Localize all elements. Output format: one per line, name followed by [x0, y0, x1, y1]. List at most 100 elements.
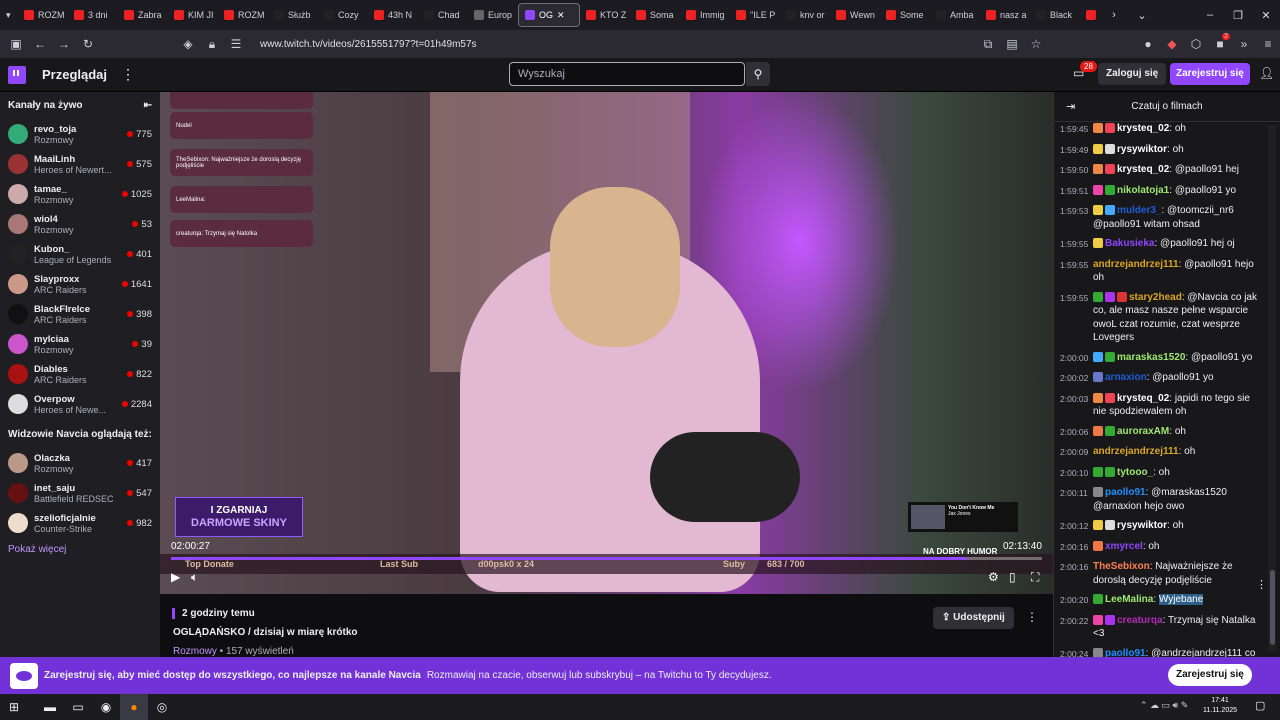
chat-username[interactable]: paollo91 [1105, 648, 1146, 658]
notifications-icon[interactable]: ▢ [1255, 699, 1265, 712]
browser-tab[interactable]: OG ✕ [518, 3, 580, 27]
chat-username[interactable]: andrzejandrzej111 [1093, 259, 1179, 270]
file-explorer-icon[interactable]: ▬ [36, 694, 64, 720]
login-button[interactable]: Zaloguj się [1098, 63, 1167, 85]
back-icon[interactable]: ← [28, 37, 52, 51]
twitch-logo-icon[interactable] [8, 65, 26, 84]
collapse-chat-icon[interactable]: ⇥ [1066, 100, 1075, 113]
volume-icon[interactable]: 🔈︎ [191, 570, 198, 585]
fullscreen-icon[interactable]: ⛶ [1031, 570, 1039, 585]
chat-username[interactable]: rysywiktor [1117, 144, 1167, 155]
extension-badge-icon[interactable]: ■ 2 [1208, 33, 1232, 51]
browser-tab[interactable]: Black [1030, 3, 1080, 27]
chat-username[interactable]: nikolatoja1 [1117, 185, 1169, 196]
signup-button[interactable]: Zarejestruj się [1170, 63, 1250, 85]
chat-username[interactable]: auroraxAM [1117, 426, 1169, 437]
chat-username[interactable]: creaturqa [1117, 615, 1163, 626]
browser-tab[interactable]: knv or [780, 3, 830, 27]
more-options-icon[interactable]: ⋮ [121, 66, 135, 83]
address-bar[interactable]: www.twitch.tv/videos/2615551797?t=01h49m… [260, 39, 976, 50]
sidebar-channel-item[interactable]: BlackFIrelce ARC Raiders 398 [0, 299, 160, 329]
sidebar-channel-item[interactable]: Kubon_ League of Legends 401 [0, 239, 160, 269]
extensions-icon[interactable]: ⬡ [1184, 37, 1208, 51]
chat-username[interactable]: TheSebixon [1093, 561, 1150, 572]
browser-tab[interactable]: "ILE P [730, 3, 780, 27]
play-icon[interactable]: ▶ [171, 570, 180, 584]
browser-tab[interactable]: BOC [1080, 3, 1100, 27]
chat-username[interactable]: krysteq_02 [1117, 123, 1169, 134]
browser-tab[interactable]: Służb [268, 3, 318, 27]
app-icon[interactable]: ◎ [148, 694, 176, 720]
browser-tab[interactable]: KIM JI [168, 3, 218, 27]
computer-icon[interactable]: ▭ [64, 694, 92, 720]
chat-username[interactable]: rysywiktor [1117, 520, 1167, 531]
sidebar-channel-item[interactable]: Diables ARC Raiders 822 [0, 359, 160, 389]
chat-username[interactable]: tytooo_ [1117, 467, 1153, 478]
message-more-icon[interactable]: ⋮ [1256, 578, 1267, 591]
browser-tab[interactable]: 43h N [368, 3, 418, 27]
tab-scroll-right-icon[interactable]: › [1100, 9, 1128, 21]
chat-username[interactable]: xmyrcel [1105, 541, 1143, 552]
sidebar-channel-item[interactable]: tamae_ Rozmowy 1025 [0, 179, 160, 209]
start-icon[interactable]: ⊞ [0, 694, 28, 720]
sidebar-channel-item[interactable]: revo_toja Rozmowy 775 [0, 119, 160, 149]
video-more-icon[interactable]: ⋮ [1026, 610, 1038, 624]
sidebar-channel-item[interactable]: szelioficjalnie Counter-Strike 982 [0, 508, 160, 538]
search-icon[interactable]: ⚲ [746, 62, 770, 86]
browser-tab[interactable]: Chad [418, 3, 468, 27]
browser-tab[interactable]: Immig [680, 3, 730, 27]
chat-username[interactable]: andrzejandrzej111 [1093, 446, 1179, 457]
browser-tab[interactable]: Cozy [318, 3, 368, 27]
search-input[interactable]: Wyszukaj [509, 62, 745, 86]
permissions-icon[interactable]: ☰ [224, 37, 248, 51]
chat-username[interactable]: mulder3_ [1117, 205, 1161, 216]
browse-link[interactable]: Przeglądaj [42, 67, 107, 82]
theatre-mode-icon[interactable]: ▯ [1009, 570, 1016, 584]
tab-overflow-icon[interactable]: ⌄ [1128, 9, 1156, 22]
taskbar-clock[interactable]: 17:41 11.11.2025 [1203, 696, 1237, 716]
chat-username[interactable]: krysteq_02 [1117, 164, 1169, 175]
browser-tab[interactable]: Europ [468, 3, 518, 27]
sidebar-channel-item[interactable]: Overpow Heroes of Newe... 2284 [0, 389, 160, 419]
banner-signup-button[interactable]: Zarejestruj się [1168, 664, 1252, 686]
extension-fox-icon[interactable]: ◆ [1160, 37, 1184, 51]
settings-gear-icon[interactable]: ⚙ [988, 570, 999, 584]
close-window-icon[interactable]: ✕ [1252, 9, 1280, 22]
reload-icon[interactable]: ↻ [76, 37, 100, 51]
shield-icon[interactable]: ◈ [176, 37, 200, 51]
bookmark-star-icon[interactable]: ☆ [1024, 37, 1048, 51]
picture-in-picture-icon[interactable]: ⧉ [976, 37, 1000, 52]
sidebar-channel-item[interactable]: Slayproxx ARC Raiders 1641 [0, 269, 160, 299]
more-tools-icon[interactable]: » [1232, 37, 1256, 51]
restore-icon[interactable]: ❐ [1224, 9, 1252, 22]
browser-tab[interactable]: ROZM [18, 3, 68, 27]
chat-username[interactable]: maraskas1520 [1117, 352, 1185, 363]
chat-username[interactable]: LeeMalina [1105, 594, 1153, 605]
sidebar-toggle-icon[interactable]: ▣ [4, 37, 28, 51]
browser-tab[interactable]: nasz a [980, 3, 1030, 27]
sidebar-channel-item[interactable]: Olaczka Rozmowy 417 [0, 448, 160, 478]
share-button[interactable]: ⇪ Udostępnij [933, 607, 1014, 629]
extension-shield-icon[interactable]: ● [1136, 37, 1160, 51]
seek-bar[interactable] [171, 557, 1042, 560]
chat-username[interactable]: Bakusieka [1105, 238, 1154, 249]
chat-username[interactable]: stary2head [1129, 292, 1182, 303]
chat-username[interactable]: paollo91 [1105, 487, 1146, 498]
browser-tab[interactable]: KTO Z [580, 3, 630, 27]
browser-tab[interactable]: Some [880, 3, 930, 27]
chat-scroll-thumb[interactable] [1270, 570, 1275, 645]
browser-tab[interactable]: Amba [930, 3, 980, 27]
browser-tab[interactable]: ROZM [218, 3, 268, 27]
browser-tab[interactable]: Zabra [118, 3, 168, 27]
system-tray-icons[interactable]: ⌃ ☁ ▭ 🔊︎ ✎ [1140, 700, 1188, 711]
sidebar-channel-item[interactable]: wiol4 Rozmowy 53 [0, 209, 160, 239]
chat-username[interactable]: krysteq_02 [1117, 393, 1169, 404]
collapse-sidebar-icon[interactable]: ⇤ [144, 100, 152, 111]
steam-icon[interactable]: ◉ [92, 694, 120, 720]
tab-list-icon[interactable]: ▾ [0, 3, 18, 27]
reader-view-icon[interactable]: ▤ [1000, 37, 1024, 51]
sidebar-channel-item[interactable]: mylciaa Rozmowy 39 [0, 329, 160, 359]
sidebar-channel-item[interactable]: MaaiLinh Heroes of Newert... 575 [0, 149, 160, 179]
firefox-icon[interactable]: ● [120, 694, 148, 720]
chat-username[interactable]: arnaxion [1105, 372, 1147, 383]
